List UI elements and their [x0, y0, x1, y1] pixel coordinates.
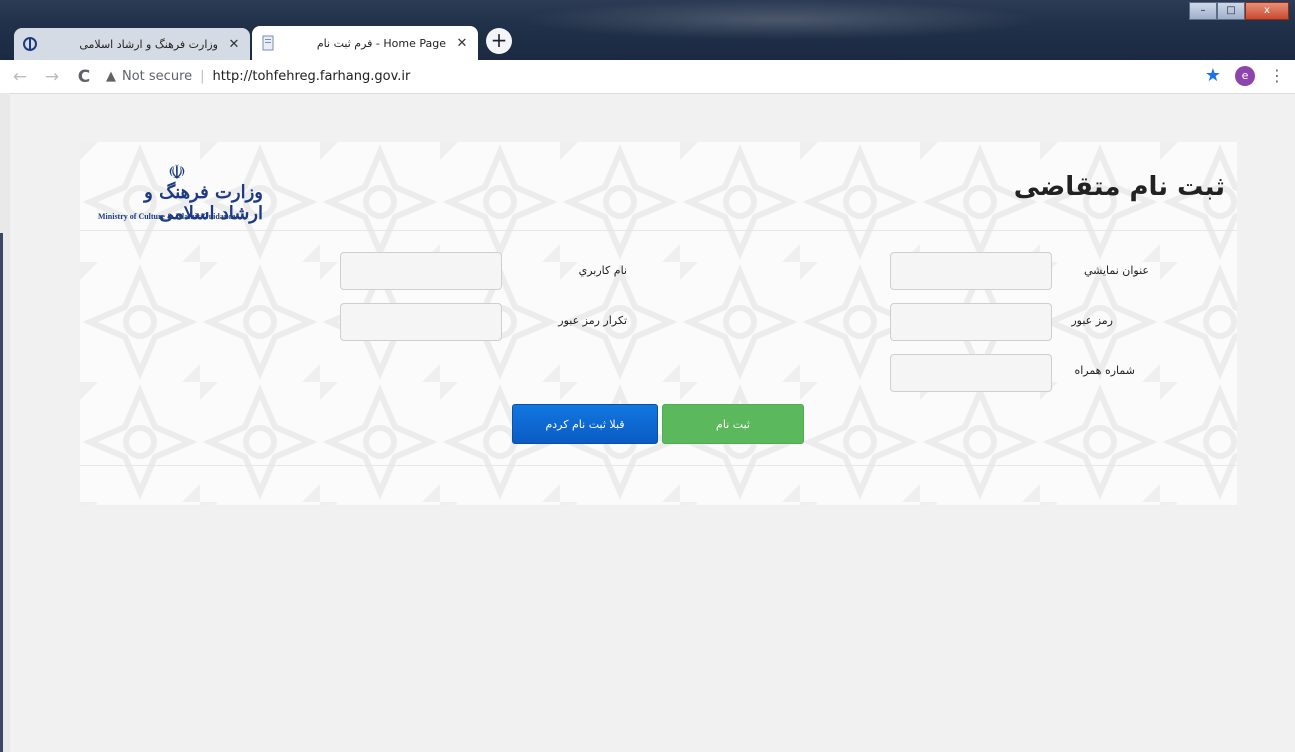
password-repeat-label: تكرار رمز عبور — [558, 314, 627, 327]
maximize-button[interactable]: □ — [1217, 2, 1245, 20]
tab-title: فرم ثبت نام - Home Page — [316, 36, 446, 50]
window-close-button[interactable]: x — [1245, 2, 1289, 20]
left-window-edge — [0, 93, 10, 752]
display-title-input[interactable] — [890, 252, 1052, 290]
password-repeat-input[interactable] — [340, 303, 502, 341]
document-icon — [260, 35, 276, 51]
page-title: ثبت نام متقاضی — [1013, 172, 1225, 202]
address-separator: | — [200, 69, 205, 84]
emblem-icon — [22, 36, 38, 52]
security-status: Not secure — [122, 69, 193, 84]
header-divider — [80, 230, 1237, 231]
browser-toolbar: ← → C ▲ Not secure | http://tohfehreg.fa… — [0, 60, 1295, 94]
profile-avatar[interactable]: e — [1235, 65, 1255, 86]
minimize-button[interactable]: – — [1189, 2, 1217, 20]
back-arrow-icon[interactable]: ← — [8, 67, 32, 87]
new-tab-button[interactable]: + — [486, 28, 512, 54]
close-icon[interactable]: ✕ — [226, 37, 242, 52]
address-bar[interactable]: ▲ Not secure | http://tohfehreg.farhang.… — [106, 69, 410, 84]
tab-ministry[interactable]: وزارت فرهنگ و ارشاد اسلامی ✕ — [14, 28, 250, 60]
registration-panel: ☫ وزارت فرهنگ و ارشاد اسلامی Ministry of… — [80, 142, 1237, 505]
warning-icon[interactable]: ▲ — [106, 69, 116, 84]
mobile-input[interactable] — [890, 354, 1052, 392]
logo-name-english: Ministry of Culture & Islamic Guidance — [98, 212, 236, 221]
password-label: رمز عبور — [1071, 314, 1113, 327]
emblem-icon: ☫ — [168, 160, 186, 184]
forward-arrow-icon[interactable]: → — [40, 67, 64, 87]
username-input[interactable] — [340, 252, 502, 290]
username-label: نام كاربري — [578, 264, 627, 277]
register-button[interactable]: ثبت نام — [662, 404, 804, 444]
password-input[interactable] — [890, 303, 1052, 341]
menu-kebab-icon[interactable]: ⋮ — [1269, 66, 1285, 85]
reload-icon[interactable]: C — [72, 67, 96, 87]
already-registered-button[interactable]: قبلا ثبت نام کردم — [512, 404, 658, 444]
close-icon[interactable]: ✕ — [454, 36, 470, 51]
mobile-label: شماره همراه — [1074, 364, 1135, 377]
window-title-bar: وزارت فرهنگ و ارشاد اسلامی ✕ فرم ثبت نام… — [0, 0, 1295, 60]
url-text[interactable]: http://tohfehreg.farhang.gov.ir — [213, 69, 411, 84]
bookmark-star-icon[interactable]: ★ — [1205, 65, 1221, 86]
window-controls: – □ x — [1189, 2, 1289, 20]
footer-divider — [80, 465, 1237, 466]
tab-title: وزارت فرهنگ و ارشاد اسلامی — [79, 37, 218, 51]
tab-registration-form[interactable]: فرم ثبت نام - Home Page ✕ — [252, 26, 478, 60]
display-title-label: عنوان نمايشي — [1083, 264, 1149, 277]
ministry-logo: ☫ وزارت فرهنگ و ارشاد اسلامی Ministry of… — [98, 160, 263, 230]
